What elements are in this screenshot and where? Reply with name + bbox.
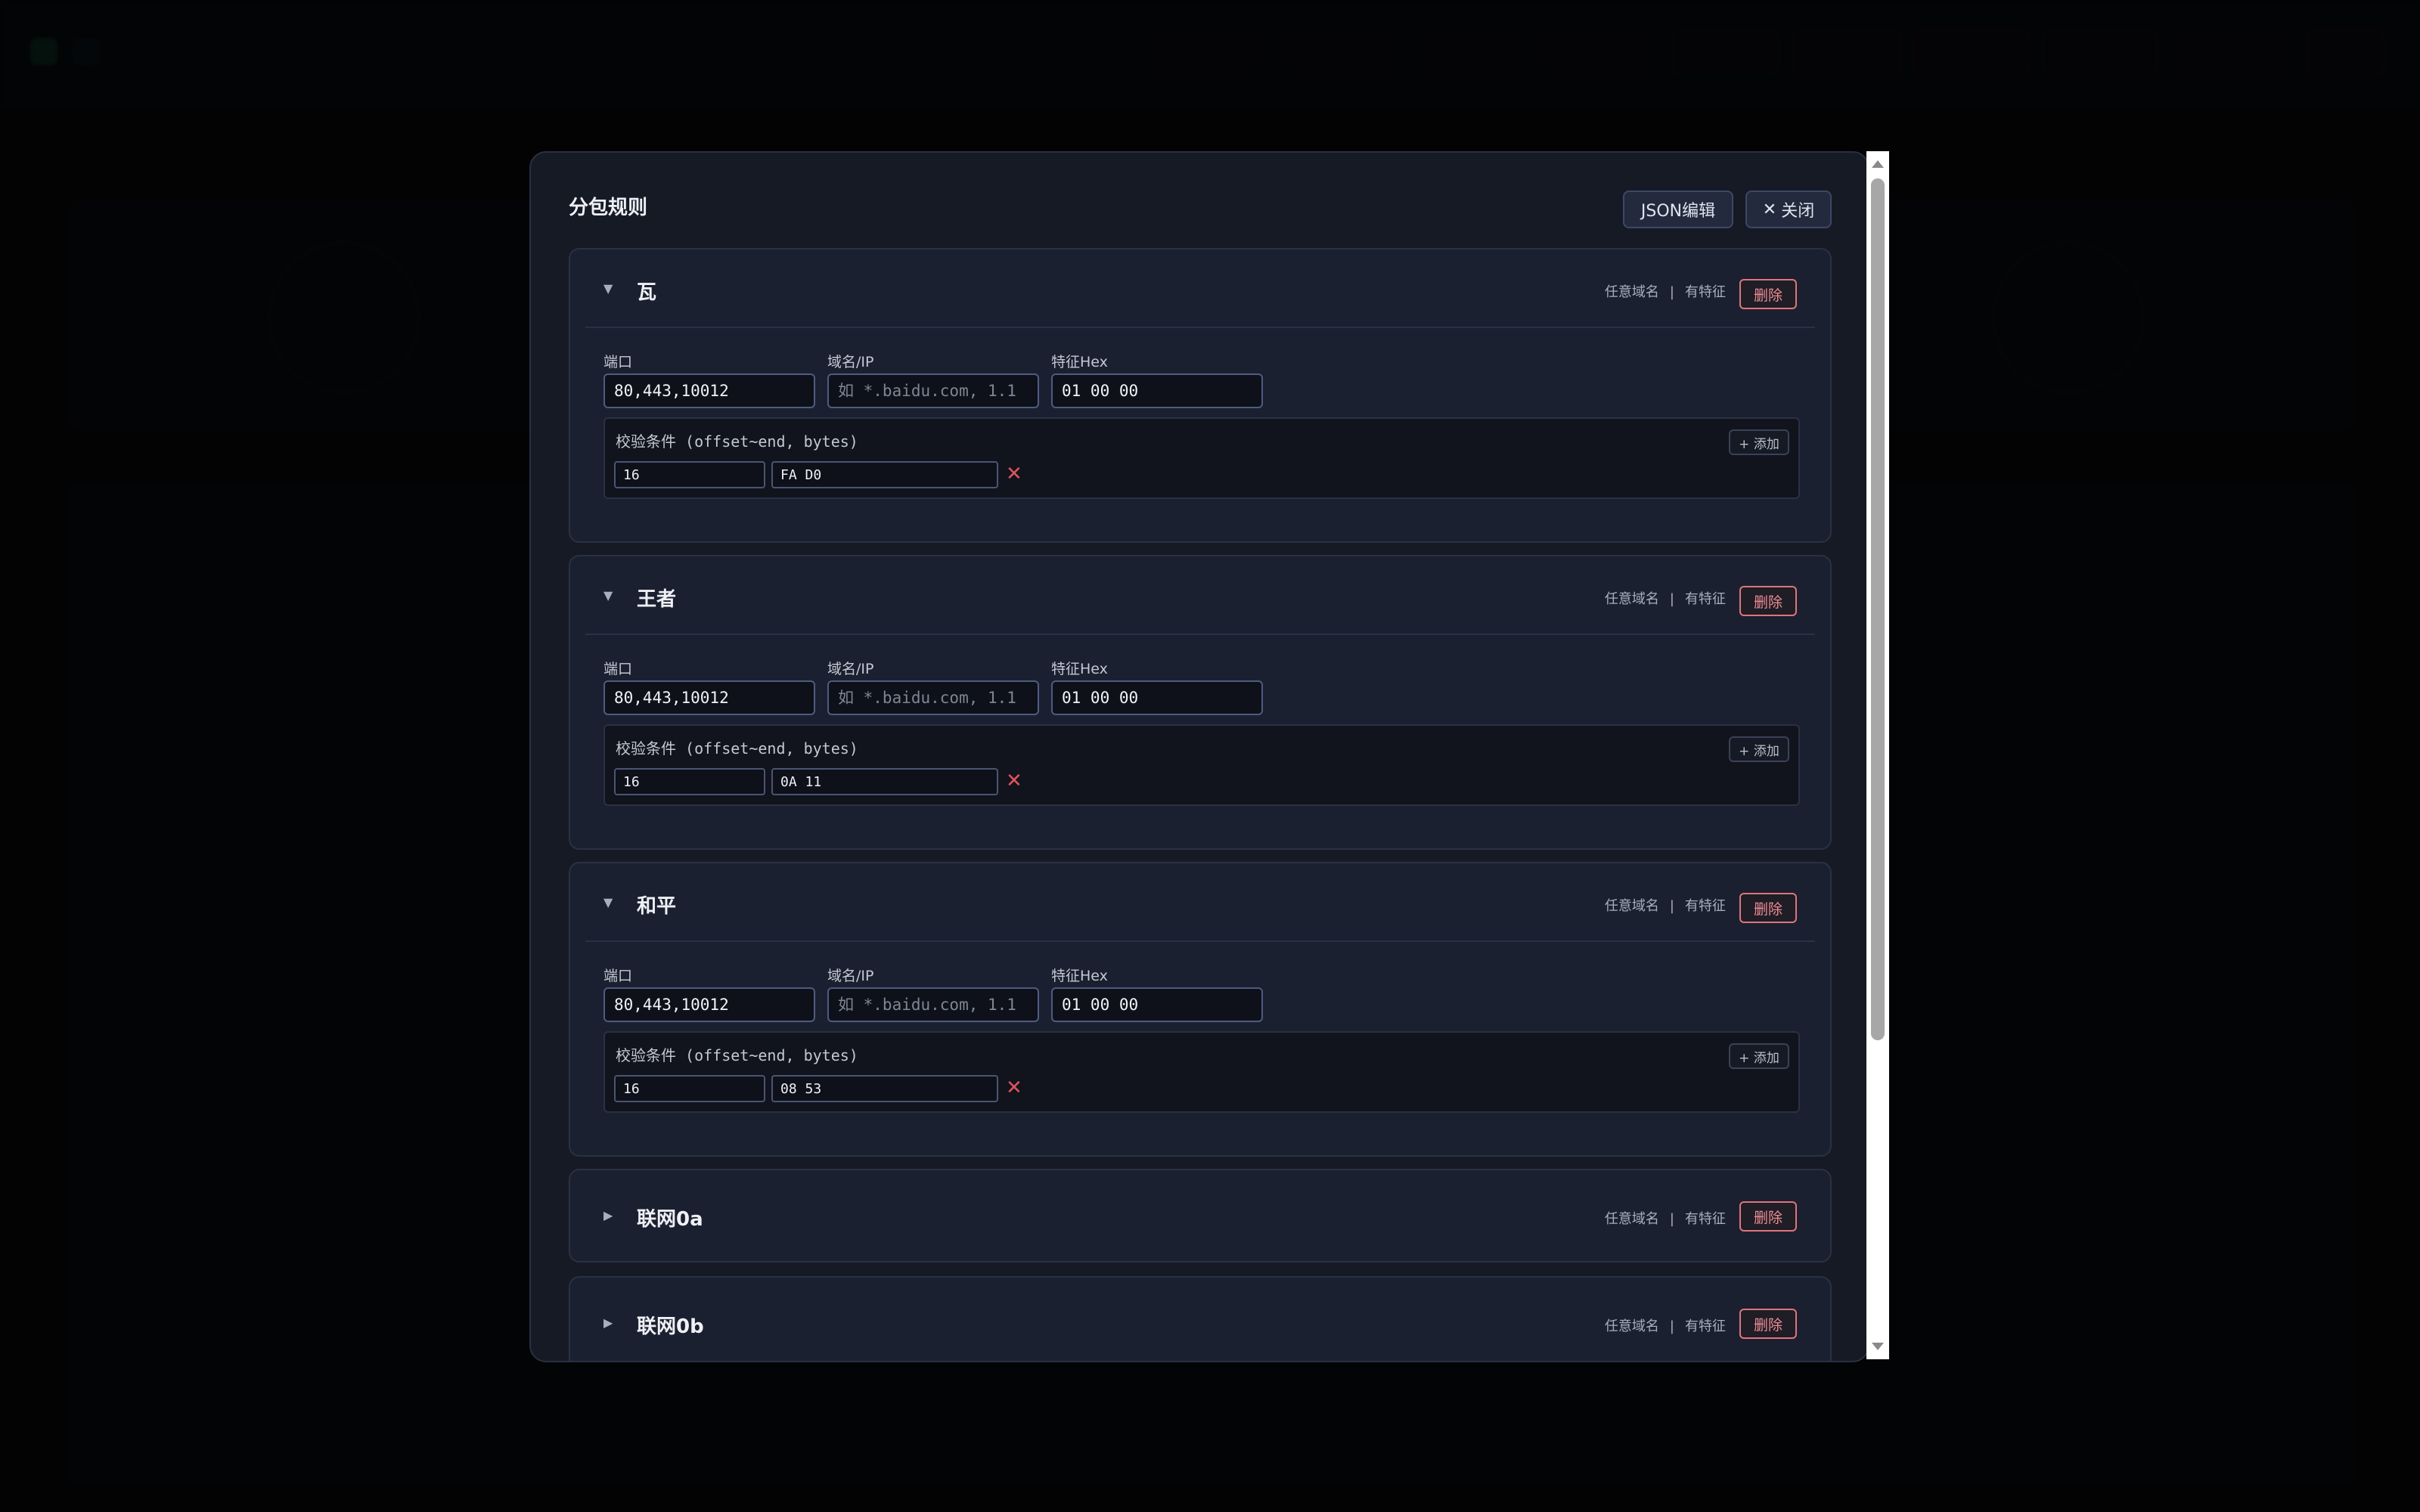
domain-mode: 任意域名 <box>1604 898 1659 914</box>
checks-label: 校验条件 (offset~end, bytes) <box>616 739 858 758</box>
collapse-caret-icon[interactable]: ▼ <box>603 895 613 909</box>
check-conditions: 校验条件 (offset~end, bytes) + 添加 ✕ <box>603 724 1800 806</box>
rule-name: 王者 <box>637 588 677 611</box>
meta-separator: | <box>1669 1211 1674 1227</box>
bytes-input[interactable] <box>771 461 998 488</box>
feature-mode: 有特征 <box>1685 1318 1726 1334</box>
rule-name: 联网0b <box>637 1315 704 1338</box>
hex-label: 特征Hex <box>1051 661 1108 677</box>
rule-name: 联网0a <box>637 1208 703 1231</box>
add-condition-button[interactable]: + 添加 <box>1729 1043 1789 1069</box>
rule-header[interactable]: ▼ 瓦 任意域名 | 有特征 删除 <box>570 249 1830 327</box>
delete-rule-button[interactable]: 删除 <box>1739 586 1797 616</box>
collapse-caret-icon[interactable]: ▼ <box>603 281 613 296</box>
rule-meta: 任意域名 | 有特征 <box>1605 281 1726 301</box>
feature-mode: 有特征 <box>1685 898 1726 914</box>
domain-input[interactable] <box>827 987 1039 1022</box>
checks-label: 校验条件 (offset~end, bytes) <box>616 1046 858 1064</box>
offset-input[interactable] <box>614 1075 765 1102</box>
domain-mode: 任意域名 <box>1604 1318 1659 1334</box>
feature-mode: 有特征 <box>1685 284 1726 300</box>
rule-name: 和平 <box>637 895 677 918</box>
feature-mode: 有特征 <box>1685 591 1726 607</box>
delete-rule-button[interactable]: 删除 <box>1739 1201 1797 1232</box>
checks-label: 校验条件 (offset~end, bytes) <box>616 432 858 451</box>
hex-input[interactable] <box>1051 987 1263 1022</box>
scroll-up-arrow-icon[interactable] <box>1872 160 1884 168</box>
rule-card: ▼ 和平 任意域名 | 有特征 删除 端口 域名/IP 特征Hex 校验条件 (of… <box>569 862 1832 1157</box>
delete-rule-button[interactable]: 删除 <box>1739 279 1797 309</box>
rule-meta: 任意域名 | 有特征 <box>1605 1315 1726 1335</box>
port-input[interactable] <box>603 373 815 408</box>
close-icon: ✕ <box>1762 200 1777 219</box>
meta-separator: | <box>1669 898 1674 914</box>
port-input[interactable] <box>603 680 815 715</box>
scroll-down-arrow-icon[interactable] <box>1872 1343 1884 1350</box>
domain-input[interactable] <box>827 680 1039 715</box>
bytes-input[interactable] <box>771 768 998 795</box>
rule-name: 瓦 <box>637 281 657 304</box>
scroll-thumb[interactable] <box>1871 178 1885 1040</box>
rule-meta: 任意域名 | 有特征 <box>1605 1208 1726 1228</box>
rule-meta: 任意域名 | 有特征 <box>1605 895 1726 915</box>
offset-input[interactable] <box>614 461 765 488</box>
port-label: 端口 <box>603 968 633 984</box>
remove-condition-icon[interactable]: ✕ <box>1006 770 1022 792</box>
port-label: 端口 <box>603 661 633 677</box>
add-condition-button[interactable]: + 添加 <box>1729 429 1789 455</box>
bytes-input[interactable] <box>771 1075 998 1102</box>
expand-caret-icon[interactable]: ▶ <box>603 1315 613 1330</box>
packet-rules-modal: 分包规则 JSON编辑 ✕ 关闭 ▼ 瓦 任意域名 | 有特征 删除 端口 域名/I… <box>529 151 1869 1362</box>
domain-input[interactable] <box>827 373 1039 408</box>
modal-title: 分包规则 <box>569 197 648 219</box>
port-input[interactable] <box>603 987 815 1022</box>
meta-separator: | <box>1669 284 1674 300</box>
divider <box>585 940 1815 942</box>
modal-scrollbar[interactable] <box>1866 151 1889 1359</box>
feature-mode: 有特征 <box>1685 1211 1726 1227</box>
expand-caret-icon[interactable]: ▶ <box>603 1208 613 1222</box>
json-edit-button[interactable]: JSON编辑 <box>1623 191 1733 228</box>
rule-header[interactable]: ▼ 和平 任意域名 | 有特征 删除 <box>570 863 1830 940</box>
rule-meta: 任意域名 | 有特征 <box>1605 588 1726 608</box>
domain-mode: 任意域名 <box>1604 591 1659 607</box>
divider <box>585 634 1815 635</box>
port-label: 端口 <box>603 354 633 370</box>
close-button[interactable]: ✕ 关闭 <box>1745 191 1832 228</box>
domain-label: 域名/IP <box>827 354 874 370</box>
check-conditions: 校验条件 (offset~end, bytes) + 添加 ✕ <box>603 1031 1800 1113</box>
domain-mode: 任意域名 <box>1604 1211 1659 1227</box>
domain-label: 域名/IP <box>827 968 874 984</box>
remove-condition-icon[interactable]: ✕ <box>1006 463 1022 485</box>
hex-label: 特征Hex <box>1051 354 1108 370</box>
rule-header[interactable]: ▶ 联网0b 任意域名 | 有特征 删除 <box>570 1278 1830 1361</box>
divider <box>585 327 1815 328</box>
rule-header[interactable]: ▼ 王者 任意域名 | 有特征 删除 <box>570 556 1830 634</box>
rule-header[interactable]: ▶ 联网0a 任意域名 | 有特征 删除 <box>570 1170 1830 1261</box>
rule-card-collapsed: ▶ 联网0a 任意域名 | 有特征 删除 <box>569 1169 1832 1263</box>
rule-card: ▼ 王者 任意域名 | 有特征 删除 端口 域名/IP 特征Hex 校验条件 (of… <box>569 555 1832 850</box>
rule-card: ▼ 瓦 任意域名 | 有特征 删除 端口 域名/IP 特征Hex 校验条件 (off… <box>569 248 1832 543</box>
delete-rule-button[interactable]: 删除 <box>1739 893 1797 923</box>
hex-input[interactable] <box>1051 680 1263 715</box>
hex-input[interactable] <box>1051 373 1263 408</box>
meta-separator: | <box>1669 591 1674 607</box>
offset-input[interactable] <box>614 768 765 795</box>
hex-label: 特征Hex <box>1051 968 1108 984</box>
domain-mode: 任意域名 <box>1604 284 1659 300</box>
meta-separator: | <box>1669 1318 1674 1334</box>
collapse-caret-icon[interactable]: ▼ <box>603 588 613 603</box>
close-label: 关闭 <box>1781 202 1815 221</box>
modal-scroll-area[interactable]: 分包规则 JSON编辑 ✕ 关闭 ▼ 瓦 任意域名 | 有特征 删除 端口 域名/I… <box>531 153 1868 1361</box>
domain-label: 域名/IP <box>827 661 874 677</box>
check-conditions: 校验条件 (offset~end, bytes) + 添加 ✕ <box>603 417 1800 499</box>
add-condition-button[interactable]: + 添加 <box>1729 736 1789 762</box>
rule-card-collapsed: ▶ 联网0b 任意域名 | 有特征 删除 <box>569 1276 1832 1361</box>
delete-rule-button[interactable]: 删除 <box>1739 1309 1797 1339</box>
remove-condition-icon[interactable]: ✕ <box>1006 1077 1022 1099</box>
